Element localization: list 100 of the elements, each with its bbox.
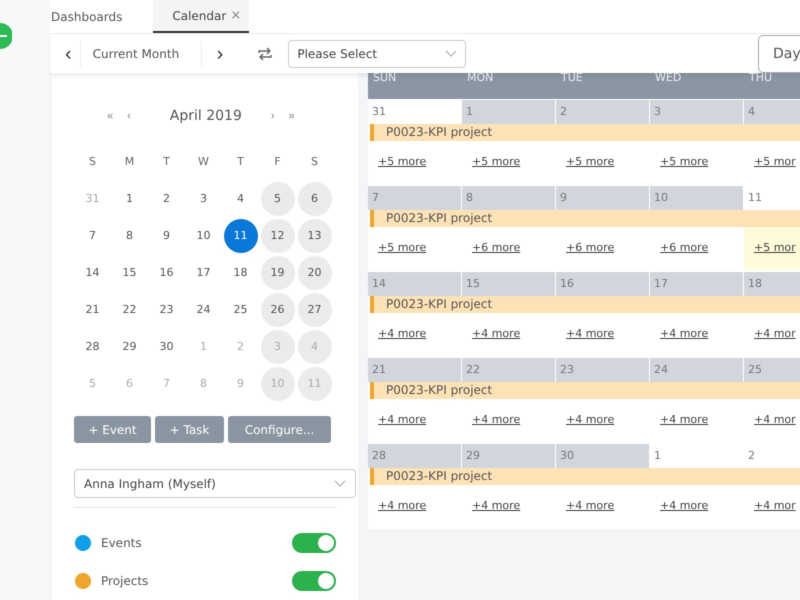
more-link[interactable]: +4 more bbox=[472, 413, 520, 426]
layer-label: Events bbox=[101, 536, 143, 550]
date-button[interactable]: 10 bbox=[186, 218, 220, 252]
more-link[interactable]: +4 more bbox=[660, 413, 708, 426]
next-year-button[interactable]: » bbox=[284, 110, 300, 122]
project-bar[interactable]: P0023-KPI project bbox=[370, 468, 800, 485]
more-link[interactable]: +4 more bbox=[378, 499, 426, 512]
date-button[interactable]: 20 bbox=[298, 256, 332, 290]
date-button[interactable]: 16 bbox=[150, 256, 184, 290]
date-cell: 17 bbox=[650, 272, 743, 296]
date-cell: 3 bbox=[650, 100, 743, 124]
filter-dropdown[interactable]: Please Select bbox=[288, 40, 466, 68]
more-link[interactable]: +4 more bbox=[660, 499, 708, 512]
more-link[interactable]: +4 more bbox=[472, 499, 520, 512]
more-link[interactable]: +6 more bbox=[566, 241, 614, 254]
next-month-button[interactable]: › bbox=[266, 110, 280, 122]
project-bar[interactable]: P0023-KPI project bbox=[370, 296, 800, 313]
date-button[interactable]: 7 bbox=[76, 218, 110, 252]
tab[interactable]: Calendar × bbox=[153, 0, 250, 33]
date-cell: 14 bbox=[368, 272, 461, 296]
more-link[interactable]: +5 more bbox=[566, 155, 614, 168]
date-cell: 7 bbox=[368, 186, 461, 210]
weekday-label: WED bbox=[654, 70, 682, 86]
more-link[interactable]: +6 more bbox=[660, 241, 708, 254]
more-link[interactable]: +4 mor bbox=[754, 499, 796, 512]
date-cell: 10 bbox=[650, 186, 743, 210]
date-button[interactable]: 26 bbox=[260, 292, 294, 326]
project-bar[interactable]: P0023-KPI project bbox=[370, 210, 800, 227]
more-link[interactable]: +5 more bbox=[378, 241, 426, 254]
date-button[interactable]: 30 bbox=[150, 330, 184, 364]
date-cell: 2 bbox=[556, 100, 649, 124]
date-button[interactable]: 2 bbox=[150, 182, 184, 216]
more-link[interactable]: +4 mor bbox=[754, 413, 796, 426]
date-cell: 16 bbox=[556, 272, 649, 296]
date-cell: 22 bbox=[462, 358, 555, 382]
user-dropdown[interactable]: Anna Ingham (Myself) bbox=[74, 469, 356, 498]
date-button[interactable]: 19 bbox=[260, 256, 294, 290]
date-cell: 30 bbox=[556, 444, 649, 468]
date-button[interactable]: 28 bbox=[76, 330, 110, 364]
chevron-icon bbox=[334, 480, 346, 488]
more-link[interactable]: +4 more bbox=[566, 499, 614, 512]
weekday-label: F bbox=[273, 154, 282, 170]
date-button[interactable]: 1 bbox=[112, 182, 146, 216]
date-button[interactable]: 15 bbox=[112, 256, 146, 290]
date-button[interactable]: 22 bbox=[112, 292, 146, 326]
date-cell: 9 bbox=[556, 186, 649, 210]
next-button[interactable]: › bbox=[208, 40, 232, 66]
date-button[interactable]: 8 bbox=[112, 218, 146, 252]
previous-year-button[interactable]: « bbox=[102, 110, 118, 122]
weekday-label: SUN bbox=[372, 70, 398, 86]
date-button[interactable]: 17 bbox=[186, 256, 220, 290]
date-cell: 15 bbox=[462, 272, 555, 296]
more-link[interactable]: +4 more bbox=[660, 327, 708, 340]
weekday-label: S bbox=[310, 154, 319, 170]
date-button[interactable]: 3 bbox=[186, 182, 220, 216]
date-cell: 8 bbox=[462, 186, 555, 210]
date-button[interactable]: 5 bbox=[260, 182, 294, 216]
weekday-label: S bbox=[88, 154, 97, 170]
date-button[interactable]: 6 bbox=[298, 182, 332, 216]
project-bar[interactable]: P0023-KPI project bbox=[370, 124, 800, 141]
date-button[interactable]: 13 bbox=[298, 218, 332, 252]
date-cell: 1 bbox=[462, 100, 555, 124]
previous-button[interactable]: ‹ bbox=[57, 40, 80, 66]
chevron-icon bbox=[445, 50, 458, 58]
period-label: Current Month bbox=[80, 40, 202, 66]
layer-label: Projects bbox=[101, 574, 150, 588]
weekday-label: MON bbox=[466, 70, 494, 86]
date-button[interactable]: 25 bbox=[224, 292, 258, 326]
day-view-button[interactable]: Day bbox=[758, 34, 800, 72]
more-link[interactable]: +5 more bbox=[472, 155, 520, 168]
more-link[interactable]: +5 more bbox=[660, 155, 708, 168]
date-cell: 21 bbox=[368, 358, 461, 382]
more-link[interactable]: +4 more bbox=[472, 327, 520, 340]
previous-month-button[interactable]: ‹ bbox=[122, 110, 136, 122]
more-link[interactable]: +4 more bbox=[566, 413, 614, 426]
date-button[interactable]: 23 bbox=[150, 292, 184, 326]
date-button[interactable]: 4 bbox=[224, 182, 258, 216]
date-button[interactable]: 9 bbox=[150, 218, 184, 252]
date-button[interactable]: 18 bbox=[224, 256, 258, 290]
more-link[interactable]: +5 mor bbox=[754, 155, 796, 168]
date-button[interactable]: 14 bbox=[76, 256, 110, 290]
date-button[interactable]: 24 bbox=[186, 292, 220, 326]
add-icon[interactable] bbox=[0, 22, 12, 50]
more-link[interactable]: +4 more bbox=[566, 327, 614, 340]
date-button[interactable]: 21 bbox=[76, 292, 110, 326]
toggle-switch[interactable] bbox=[292, 571, 336, 591]
repeat-icon[interactable] bbox=[257, 46, 274, 62]
date-button[interactable]: 11 bbox=[224, 218, 258, 252]
date-button[interactable]: 27 bbox=[298, 292, 332, 326]
date-button[interactable]: 12 bbox=[260, 218, 294, 252]
more-link[interactable]: +4 more bbox=[378, 413, 426, 426]
project-bar[interactable]: P0023-KPI project bbox=[370, 382, 800, 399]
toggle-switch[interactable] bbox=[292, 533, 336, 553]
more-link[interactable]: +6 more bbox=[472, 241, 520, 254]
more-link[interactable]: +5 more bbox=[378, 155, 426, 168]
date-cell: 25 bbox=[744, 358, 800, 382]
more-link[interactable]: +4 more bbox=[378, 327, 426, 340]
weekday-label: TUE bbox=[560, 70, 584, 86]
date-button[interactable]: 29 bbox=[112, 330, 146, 364]
more-link[interactable]: +4 mor bbox=[754, 327, 796, 340]
